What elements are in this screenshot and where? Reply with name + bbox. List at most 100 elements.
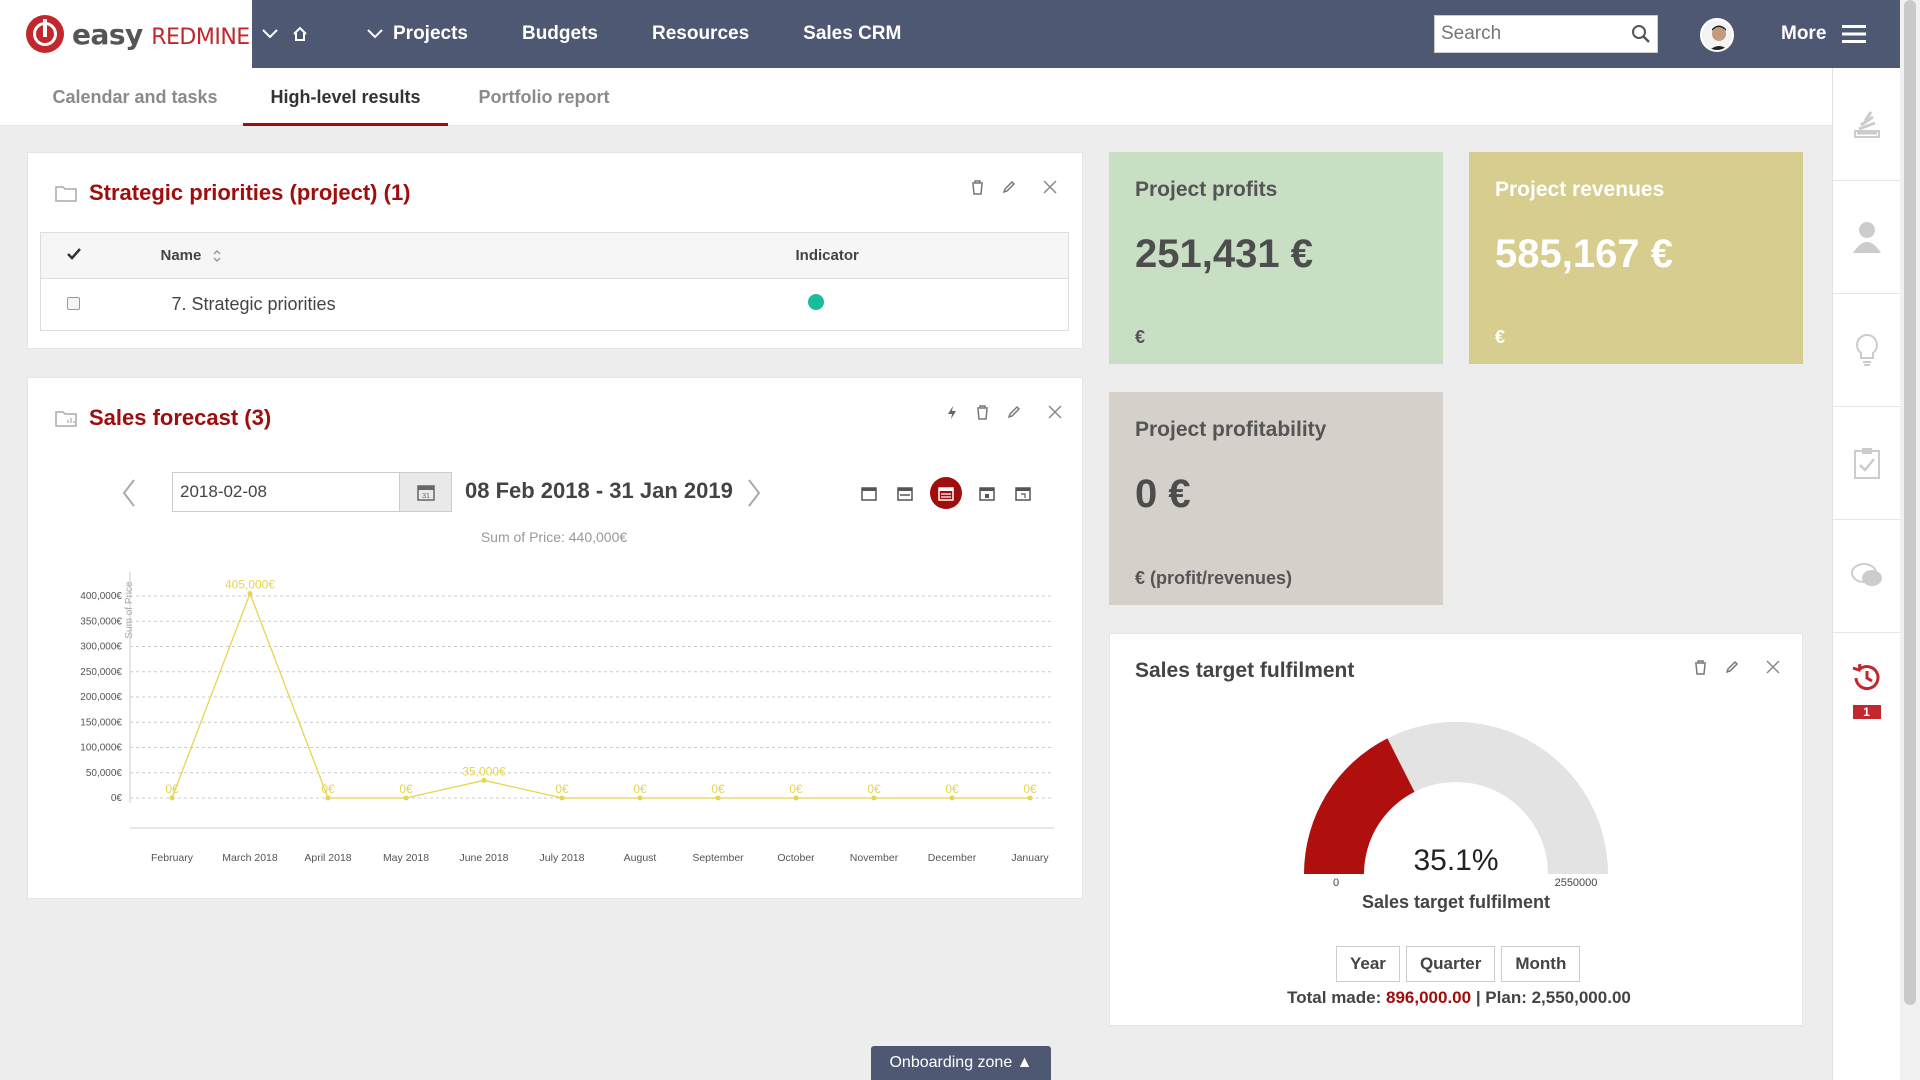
logo-mark-icon <box>26 15 64 53</box>
rb-history[interactable]: 1 <box>1833 633 1900 746</box>
onboarding-zone-button[interactable]: Onboarding zone ▲ <box>871 1046 1051 1080</box>
period-range-label: 08 Feb 2018 - 31 Jan 2019 <box>465 478 733 503</box>
period-week-button[interactable] <box>894 482 916 504</box>
strategic-priorities-title-text: Strategic priorities (project) (1) <box>89 180 411 205</box>
calendar-icon: 31 <box>416 485 435 501</box>
calendar-month-icon <box>1015 486 1031 501</box>
tab-portfolio-report[interactable]: Portfolio report <box>462 68 626 126</box>
hamburger-icon <box>1842 25 1867 43</box>
strategic-priorities-table: Name Indicator 7. Strategic priorities <box>40 232 1069 331</box>
rb-users[interactable] <box>1833 181 1900 294</box>
column-header-name[interactable]: Name <box>160 232 796 279</box>
calendar-quarter-icon <box>979 486 995 501</box>
x-tick-label: October <box>777 852 815 864</box>
pencil-icon[interactable] <box>1725 660 1739 674</box>
trash-icon[interactable] <box>971 179 984 195</box>
more-menu-button[interactable]: More <box>1781 0 1867 68</box>
data-point <box>169 795 175 801</box>
calendar-day-icon <box>861 486 877 501</box>
checkmark-icon <box>67 248 81 260</box>
data-label: 35,000€ <box>462 764 506 778</box>
data-label: 0€ <box>1023 782 1037 796</box>
calendar-picker-button[interactable]: 31 <box>399 473 451 511</box>
lightning-icon[interactable] <box>946 405 958 420</box>
rb-activity[interactable] <box>1833 68 1900 181</box>
home-icon[interactable] <box>292 26 308 42</box>
rb-tasks[interactable] <box>1833 407 1900 520</box>
kpi-revenues-value: 585,167 € <box>1495 232 1673 276</box>
scrollbar-thumb[interactable] <box>1904 0 1916 1005</box>
rb-ideas[interactable] <box>1833 294 1900 407</box>
kpi-revenues-title: Project revenues <box>1495 178 1665 201</box>
nav-resources[interactable]: Resources <box>625 0 776 68</box>
month-button[interactable]: Month <box>1501 946 1581 982</box>
search-input[interactable] <box>1441 23 1631 45</box>
sales-target-title: Sales target fulfilment <box>1135 659 1355 682</box>
x-tick-label: January <box>1011 852 1049 864</box>
period-quarter-button[interactable] <box>976 482 998 504</box>
page-scrollbar[interactable] <box>1900 0 1920 1080</box>
more-label: More <box>1781 23 1827 44</box>
tab-calendar-and-tasks[interactable]: Calendar and tasks <box>30 68 240 126</box>
kpi-profits-title: Project profits <box>1135 178 1278 201</box>
nav-projects[interactable]: Projects <box>340 0 495 68</box>
nav-resources-label: Resources <box>651 23 750 44</box>
prev-period-arrow-icon[interactable] <box>120 478 138 508</box>
quarter-button[interactable]: Quarter <box>1405 946 1496 982</box>
strategic-panel-actions <box>971 179 1058 195</box>
x-tick-label: August <box>624 852 657 864</box>
tab-high-level-results[interactable]: High-level results <box>243 68 448 126</box>
column-name-label: Name <box>160 247 202 264</box>
next-period-arrow-icon[interactable] <box>745 478 763 508</box>
data-label: 0€ <box>633 782 647 796</box>
period-granularity-buttons <box>858 477 1034 509</box>
x-tick-label: April 2018 <box>304 852 351 864</box>
logo[interactable]: easy REDMINE <box>0 0 252 68</box>
sales-target-actions <box>1694 659 1781 675</box>
period-day-button[interactable] <box>858 482 880 504</box>
nav-sales-crm[interactable]: Sales CRM <box>776 0 928 68</box>
calendar-day-text: 31 <box>422 493 430 500</box>
date-input[interactable] <box>173 482 399 502</box>
nav-budgets[interactable]: Budgets <box>495 0 625 68</box>
x-tick-label: December <box>928 852 977 864</box>
trash-icon[interactable] <box>1694 659 1707 675</box>
pencil-icon[interactable] <box>1007 405 1021 419</box>
pencil-icon[interactable] <box>1002 180 1016 194</box>
table-header-row: Name Indicator <box>40 232 1069 279</box>
close-icon[interactable] <box>1047 404 1063 420</box>
data-label: 405,000€ <box>225 577 275 591</box>
rb-chat[interactable] <box>1833 520 1900 633</box>
sales-target-gauge: 35.1% 0 2550000 Sales target fulfilment <box>1304 722 1608 912</box>
select-all-check[interactable] <box>40 232 161 279</box>
row-checkbox[interactable] <box>67 297 80 310</box>
table-row[interactable]: 7. Strategic priorities <box>41 279 1069 331</box>
user-icon <box>1852 222 1881 253</box>
close-icon[interactable] <box>1765 659 1781 675</box>
row-name[interactable]: 7. Strategic priorities <box>161 279 796 331</box>
chevron-down-icon <box>367 29 383 39</box>
data-point <box>949 795 955 801</box>
kpi-profits-unit: € <box>1135 327 1146 347</box>
x-tick-label: June 2018 <box>459 852 508 864</box>
data-point <box>637 795 643 801</box>
year-button[interactable]: Year <box>1336 946 1400 982</box>
period-year-button[interactable] <box>930 477 962 509</box>
x-tick-label: September <box>692 852 744 864</box>
sales-forecast-title-text: Sales forecast (3) <box>89 405 272 430</box>
trash-icon[interactable] <box>976 404 989 420</box>
total-made-label: Total made: <box>1287 988 1382 1007</box>
gauge-caption: Sales target fulfilment <box>1362 892 1550 912</box>
data-point <box>559 795 565 801</box>
period-month-button[interactable] <box>1012 482 1034 504</box>
home-menu-toggle[interactable] <box>252 0 318 68</box>
search-icon[interactable] <box>1631 24 1651 44</box>
totals-line: Total made: 896,000.00 | Plan: 2,550,000… <box>1109 988 1809 1008</box>
user-avatar[interactable] <box>1700 18 1734 52</box>
main-nav: Projects Budgets Resources Sales CRM <box>340 0 928 68</box>
date-field: 31 <box>172 472 452 512</box>
series-line <box>171 591 1030 799</box>
y-axis-label: Sum of Price <box>124 581 135 639</box>
close-icon[interactable] <box>1042 179 1058 195</box>
sort-icon <box>213 249 221 263</box>
